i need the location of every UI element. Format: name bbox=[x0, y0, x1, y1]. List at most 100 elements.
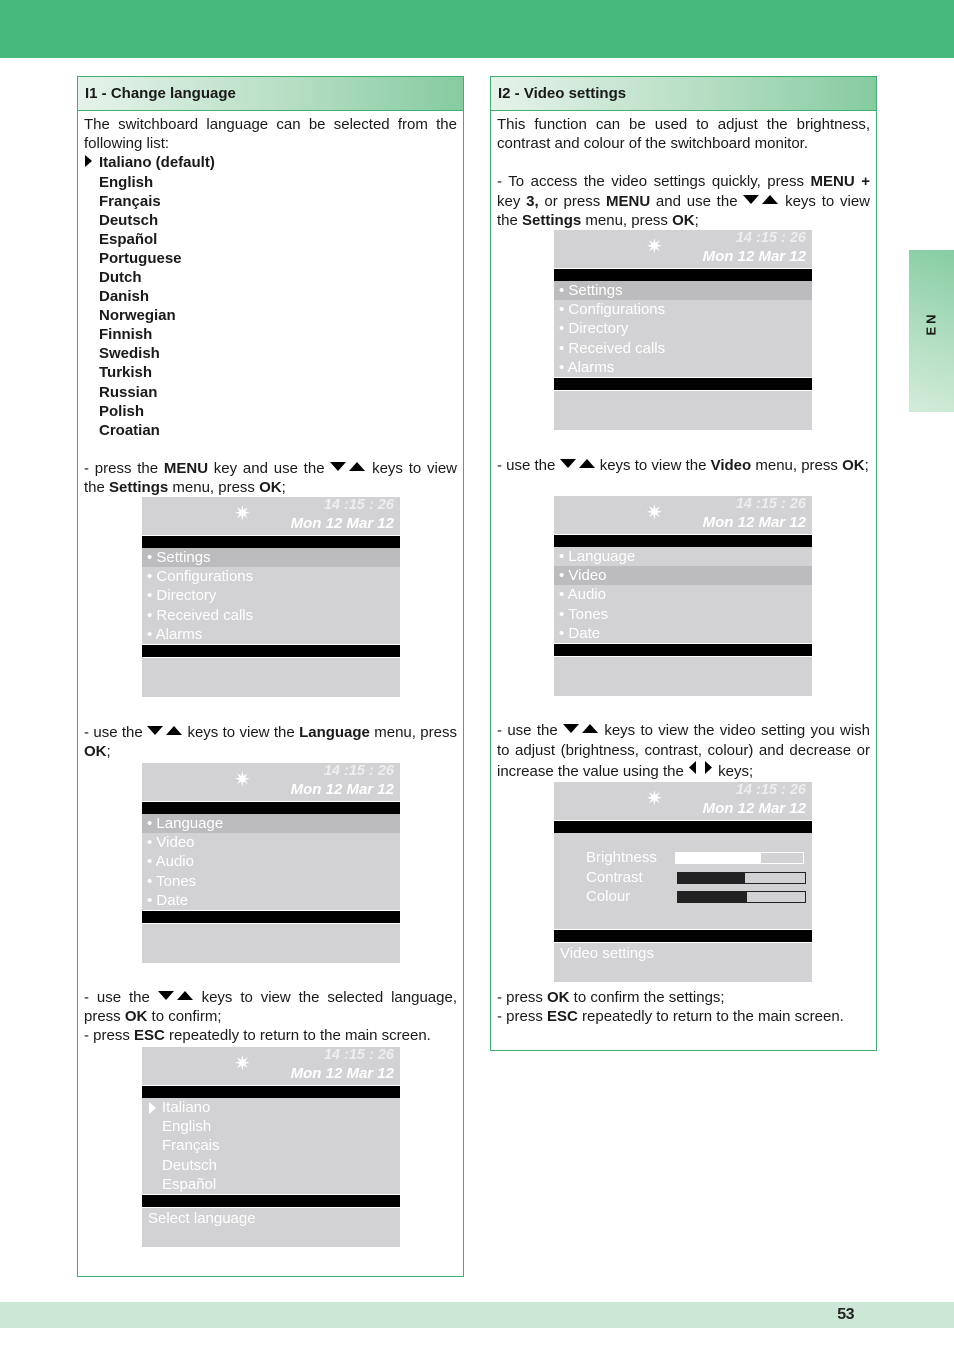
brightness-sun-icon: ✷ bbox=[646, 788, 663, 810]
monitor-screen-settings-menu: ✷ 14 :15 : 26 Mon 12 Mar 12 • Settings • Con… bbox=[554, 230, 812, 430]
language-list-item: Swedish bbox=[99, 345, 160, 363]
screen-menu-item[interactable]: • Directory bbox=[554, 319, 812, 338]
brightness-sun-icon: ✷ bbox=[646, 236, 663, 258]
screen-status-text bbox=[554, 389, 812, 430]
language-list-item: Danish bbox=[99, 288, 150, 306]
monitor-screen-language-menu: ✷ 14 :15 : 26 Mon 12 Mar 12 • Language • Vid… bbox=[142, 763, 400, 963]
language-list-item: Turkish bbox=[99, 364, 153, 382]
screen-header: ✷ 14 :15 : 26 Mon 12 Mar 12 bbox=[142, 763, 400, 801]
screen-menu-item[interactable]: Deutsch bbox=[142, 1156, 400, 1175]
screen-divider bbox=[554, 534, 812, 547]
screen-header: ✷ 14 :15 : 26 Mon 12 Mar 12 bbox=[142, 497, 400, 535]
screen-menu-item[interactable]: • Language bbox=[554, 547, 812, 566]
screen-menu-item[interactable]: • Directory bbox=[142, 586, 400, 605]
screen-menu-item[interactable]: • Settings bbox=[554, 281, 812, 301]
screen-menu-item[interactable]: • Tones bbox=[142, 872, 400, 891]
screen-menu-item[interactable]: • Received calls bbox=[554, 339, 812, 358]
screen-divider bbox=[554, 929, 812, 942]
clock-time: 14 :15 : 26 bbox=[735, 496, 806, 512]
clock-time: 14 :15 : 26 bbox=[323, 1047, 394, 1063]
brightness-sun-icon: ✷ bbox=[646, 502, 663, 524]
screen-divider bbox=[142, 643, 400, 657]
screen-menu-item[interactable]: • Alarms bbox=[142, 625, 400, 644]
down-up-keys-icon bbox=[743, 194, 779, 205]
screen-menu-item[interactable]: • Video bbox=[142, 833, 400, 852]
screen-menu-item[interactable]: Español bbox=[142, 1175, 400, 1194]
screen-divider bbox=[554, 642, 812, 656]
screen-menu-item[interactable]: • Date bbox=[554, 624, 812, 643]
left-right-keys-icon bbox=[688, 760, 714, 775]
video-setting-label: Colour bbox=[586, 888, 631, 905]
screen-divider bbox=[554, 268, 812, 281]
step-text: - To access the video settings quickly, … bbox=[497, 173, 870, 229]
language-list-item: Deutsch bbox=[99, 211, 159, 229]
down-up-keys-icon bbox=[559, 458, 596, 469]
section-title: I1 - Change language bbox=[78, 77, 463, 111]
screen-status-text bbox=[142, 656, 400, 697]
page-number: 53 bbox=[837, 1306, 854, 1323]
clock-time: 14 :15 : 26 bbox=[735, 230, 806, 246]
screen-menu-item[interactable]: • Configurations bbox=[142, 567, 400, 586]
language-list-item: Finnish bbox=[99, 326, 153, 344]
video-level-fill bbox=[678, 872, 746, 883]
screen-divider bbox=[142, 801, 400, 814]
language-list-item: Polish bbox=[99, 402, 145, 420]
screen-divider bbox=[142, 1193, 400, 1207]
clock-date: Mon 12 Mar 12 bbox=[702, 248, 806, 265]
language-list-item: Croatian bbox=[99, 421, 160, 439]
step-text: - use the keys to view the video setting… bbox=[497, 722, 871, 780]
language-list-item: Italiano (default) bbox=[84, 153, 457, 172]
screen-header: ✷ 14 :15 : 26 Mon 12 Mar 12 bbox=[554, 230, 812, 268]
step-text: - use the keys to view the Video menu, p… bbox=[497, 457, 869, 474]
screen-menu-item[interactable]: • Audio bbox=[142, 852, 400, 871]
screen-menu-item[interactable]: • Received calls bbox=[142, 606, 400, 625]
screen-menu: Italiano English Français Deutsch Español bbox=[142, 1098, 400, 1194]
screen-menu-item[interactable]: Italiano bbox=[142, 1098, 400, 1117]
screen-menu: • Language • Video • Audio • Tones • Date bbox=[142, 814, 400, 910]
clock-date: Mon 12 Mar 12 bbox=[702, 800, 806, 817]
language-list-item: Español bbox=[99, 230, 158, 248]
screen-divider bbox=[142, 535, 400, 548]
screen-status-text: Video settings bbox=[554, 942, 812, 982]
clock-date: Mon 12 Mar 12 bbox=[702, 514, 806, 531]
screen-menu-item[interactable]: English bbox=[142, 1117, 400, 1136]
language-list-item: Français bbox=[99, 192, 161, 210]
screen-menu-item[interactable]: • Language bbox=[142, 814, 400, 834]
language-list-item: Russian bbox=[99, 383, 158, 401]
video-level-slider[interactable] bbox=[675, 852, 804, 864]
screen-menu-item[interactable]: • Configurations bbox=[554, 300, 812, 319]
screen-header: ✷ 14 :15 : 26 Mon 12 Mar 12 bbox=[554, 782, 812, 820]
screen-menu-item[interactable]: • Tones bbox=[554, 605, 812, 624]
screen-menu-item[interactable]: • Video bbox=[554, 566, 812, 586]
video-level-slider[interactable] bbox=[677, 871, 806, 884]
monitor-screen-settings-menu: ✷ 14 :15 : 26 Mon 12 Mar 12 • Settings • Con… bbox=[142, 497, 400, 697]
video-level-slider[interactable] bbox=[677, 891, 806, 903]
clock-time: 14 :15 : 26 bbox=[323, 497, 394, 513]
language-list-item: Dutch bbox=[99, 268, 142, 286]
header-band bbox=[0, 0, 954, 58]
screen-menu-item[interactable]: Français bbox=[142, 1136, 400, 1155]
video-settings-panel: Brightness Contrast Colour bbox=[554, 833, 812, 929]
screen-divider bbox=[142, 1085, 400, 1098]
screen-menu-item[interactable]: • Alarms bbox=[554, 358, 812, 377]
monitor-screen-video-menu: ✷ 14 :15 : 26 Mon 12 Mar 12 • Language • Vid… bbox=[554, 496, 812, 696]
intro-text: This function can be used to adjust the … bbox=[497, 116, 870, 153]
down-up-keys-icon bbox=[330, 461, 366, 472]
language-list-item: Norwegian bbox=[99, 307, 176, 325]
screen-status-text: Select language bbox=[142, 1206, 400, 1247]
screen-menu-item[interactable]: • Audio bbox=[554, 585, 812, 604]
step-text: - press OK to confirm the settings; - pr… bbox=[497, 989, 844, 1026]
screen-menu-item[interactable]: • Date bbox=[142, 891, 400, 910]
video-level-fill bbox=[676, 853, 762, 863]
arrow-right-icon bbox=[85, 155, 92, 168]
intro-text: The switchboard language can be selected… bbox=[84, 116, 457, 153]
screen-menu-item[interactable]: • Settings bbox=[142, 548, 400, 568]
screen-menu: • Settings • Configurations • Directory • R… bbox=[554, 281, 812, 377]
step-text: - use the keys to view the Language menu… bbox=[84, 724, 457, 761]
language-list-item: English bbox=[99, 173, 154, 191]
screen-header: ✷ 14 :15 : 26 Mon 12 Mar 12 bbox=[554, 496, 812, 534]
footer-band: 53 bbox=[0, 1302, 954, 1328]
brightness-sun-icon: ✷ bbox=[234, 503, 251, 525]
step-text: - use the keys to view the selected lang… bbox=[84, 989, 457, 1045]
down-up-keys-icon bbox=[563, 723, 599, 734]
